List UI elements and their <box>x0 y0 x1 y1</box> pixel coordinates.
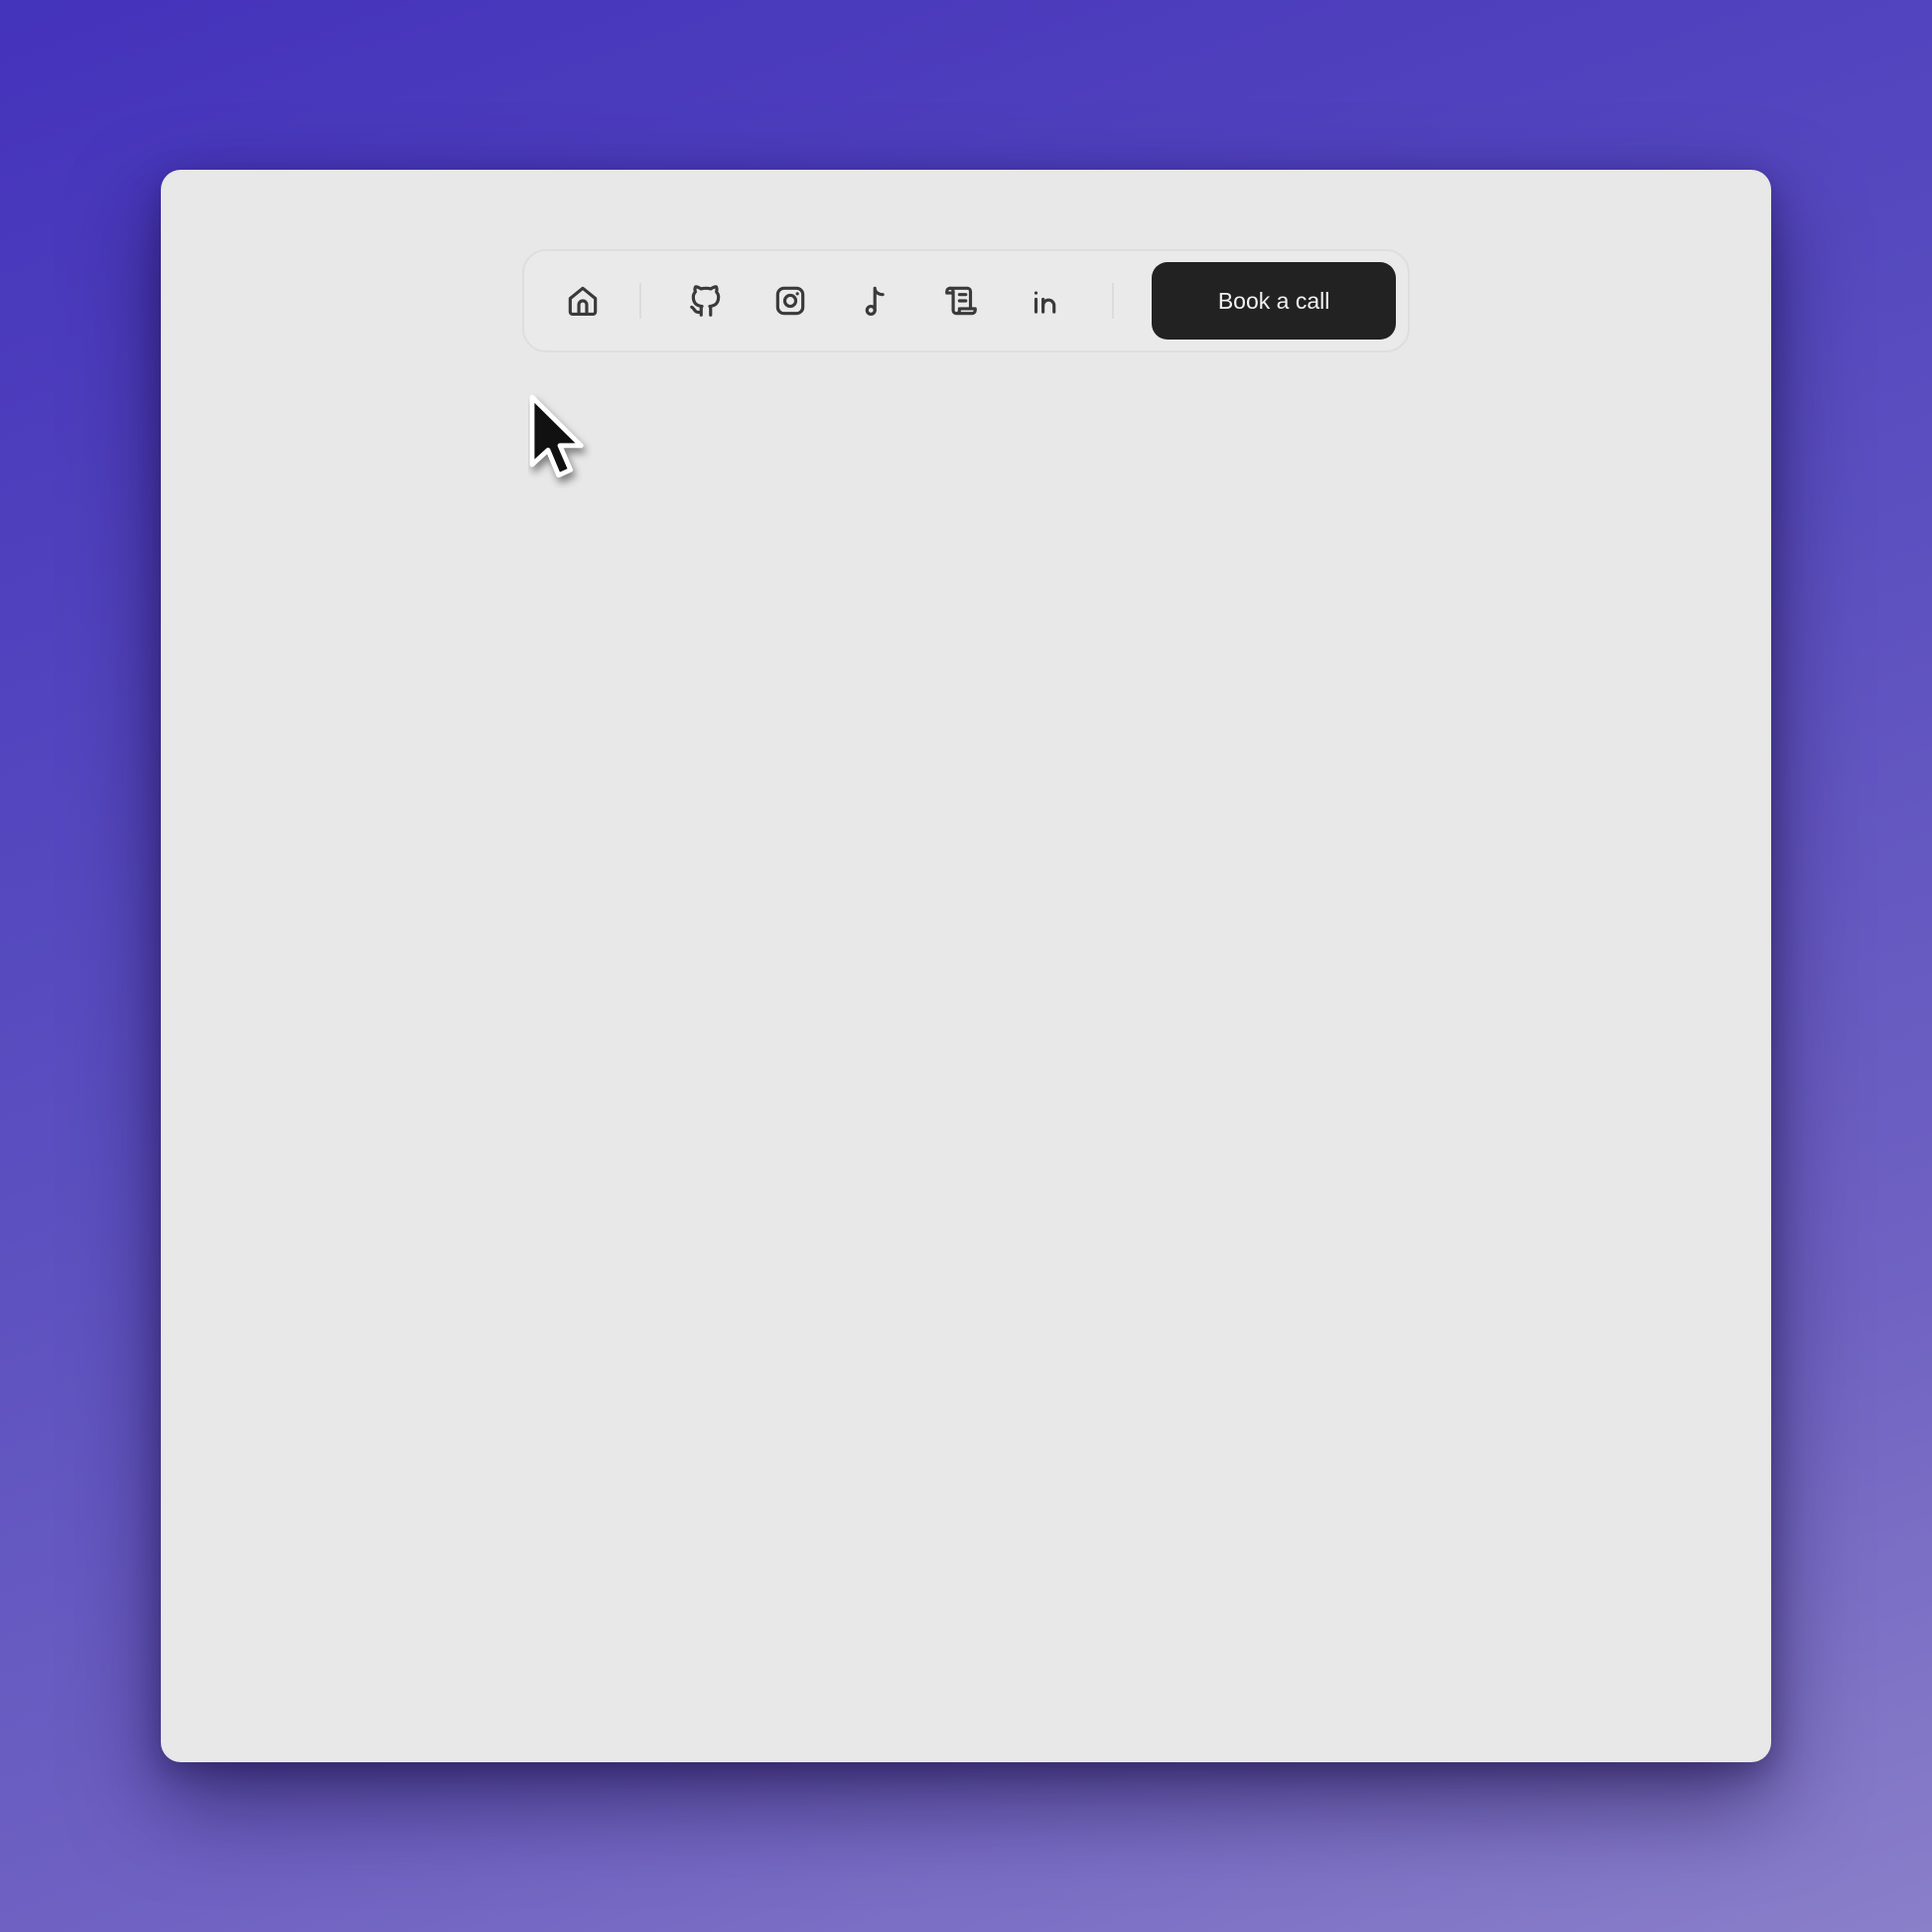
home-icon <box>568 286 598 317</box>
home-link[interactable] <box>540 257 625 345</box>
scroll-icon <box>944 286 977 316</box>
mouse-pointer-icon <box>529 394 584 479</box>
linkedin-link[interactable] <box>1004 257 1089 345</box>
book-a-call-button[interactable]: Book a call <box>1152 262 1396 340</box>
linkedin-icon <box>1035 291 1056 314</box>
nav-bar: Book a call <box>522 249 1410 352</box>
nav-divider <box>638 283 641 319</box>
instagram-icon <box>776 286 805 316</box>
music-link[interactable] <box>833 257 918 345</box>
resume-link[interactable] <box>918 257 1004 345</box>
github-link[interactable] <box>663 257 749 345</box>
music-note-icon <box>865 286 885 317</box>
app-window: Book a call <box>161 170 1771 1762</box>
instagram-link[interactable] <box>748 257 833 345</box>
github-icon <box>689 285 720 317</box>
nav-divider <box>1112 283 1115 319</box>
